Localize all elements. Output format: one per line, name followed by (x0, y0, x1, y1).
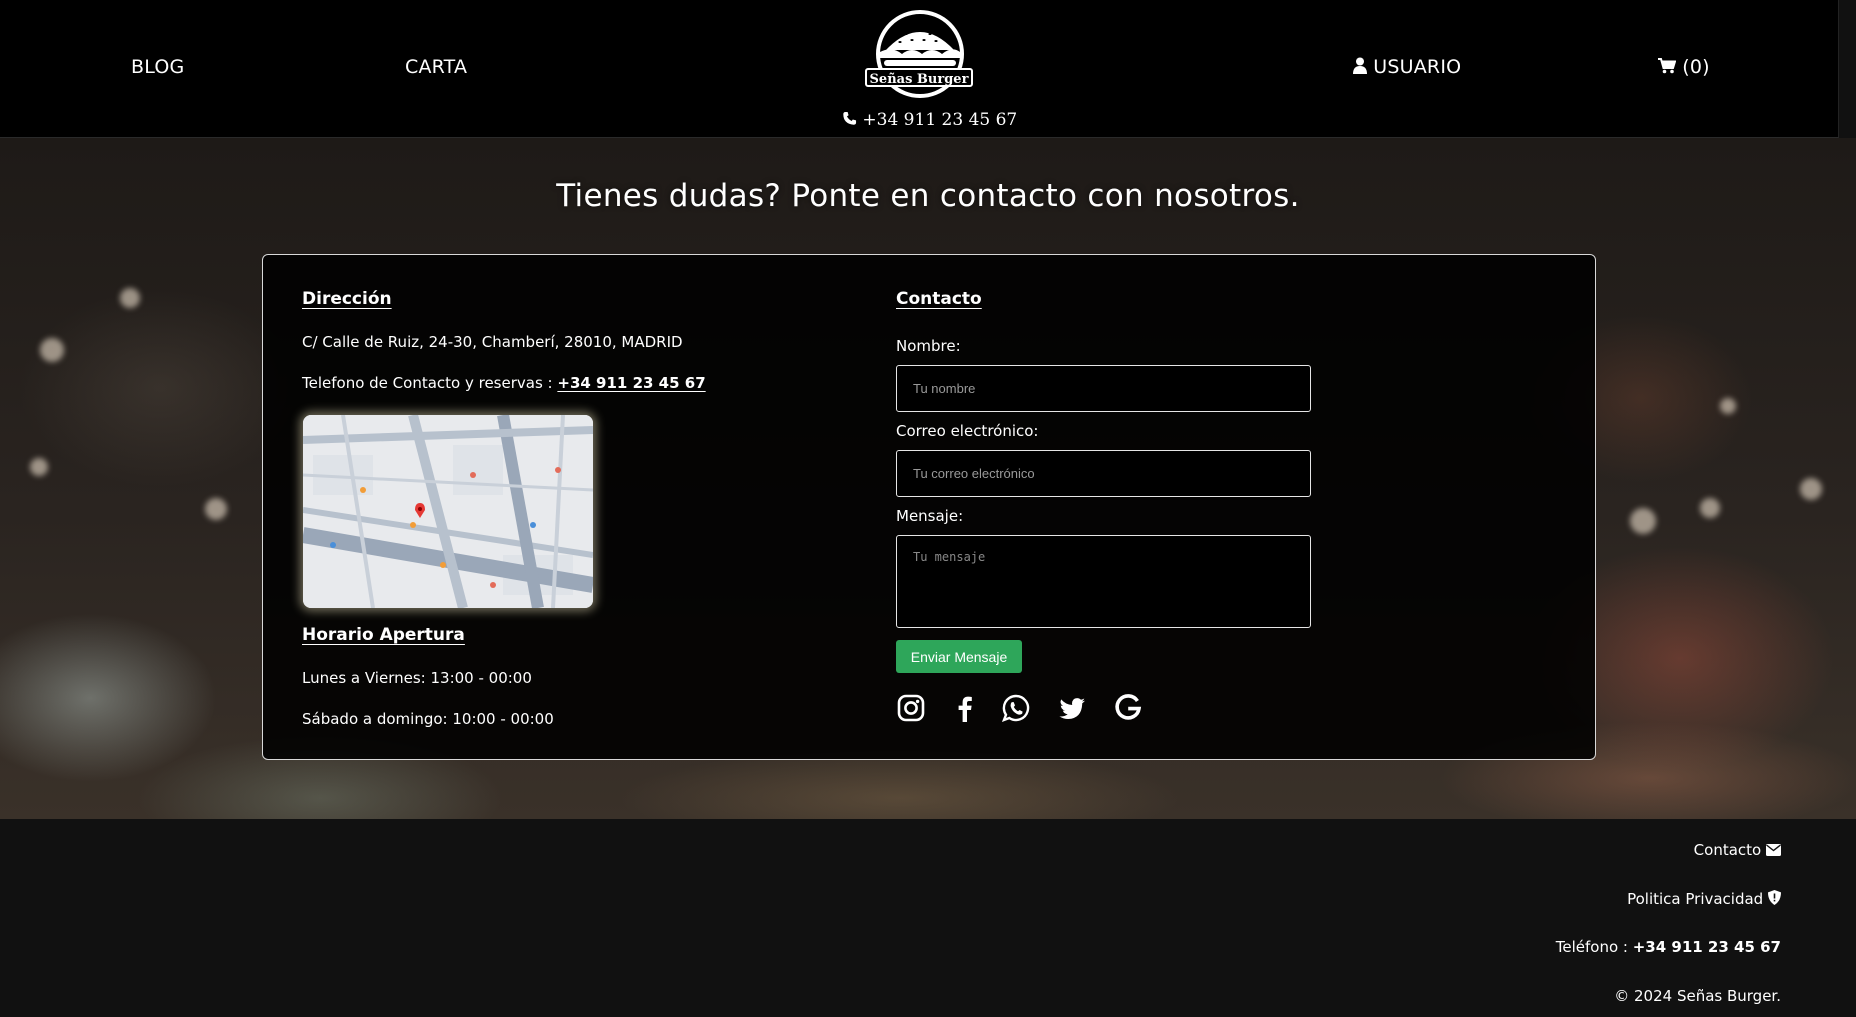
hours-weekdays: Lunes a Viernes: 13:00 - 00:00 (302, 669, 532, 687)
brand-name: Señas Burger (865, 68, 973, 87)
shield-icon (1768, 890, 1781, 905)
bokeh-light (1720, 398, 1736, 414)
instagram-icon[interactable] (896, 693, 926, 723)
header-phone-number: +34 911 23 45 67 (862, 110, 1018, 130)
footer-contact-label: Contacto (1693, 841, 1762, 859)
cart-count: (0) (1682, 56, 1710, 78)
bokeh-light (120, 288, 140, 308)
contact-card: Dirección C/ Calle de Ruiz, 24-30, Chamb… (262, 254, 1596, 760)
name-label: Nombre: (896, 337, 961, 355)
shopping-cart-icon (1658, 58, 1677, 74)
message-label: Mensaje: (896, 507, 964, 525)
bokeh-light (205, 498, 227, 520)
nav-cart-link[interactable]: (0) (1658, 56, 1710, 78)
bokeh-light (40, 338, 64, 362)
nav-usuario-link[interactable]: USUARIO (1353, 56, 1461, 78)
twitter-icon[interactable] (1057, 693, 1087, 723)
email-label: Correo electrónico: (896, 422, 1039, 440)
footer-phone-number[interactable]: +34 911 23 45 67 (1633, 938, 1781, 956)
nav-carta-link[interactable]: CARTA (405, 56, 467, 78)
bokeh-light (1800, 478, 1822, 500)
footer-contact-link[interactable]: Contacto (1694, 841, 1781, 859)
nav-usuario-label: USUARIO (1373, 56, 1462, 78)
nav-blog-link[interactable]: BLOG (131, 56, 184, 78)
location-map[interactable] (303, 415, 593, 608)
bokeh-light (30, 458, 48, 476)
facebook-icon[interactable] (950, 693, 980, 723)
site-header: BLOG CARTA Señas Burger +34 911 23 45 67… (0, 0, 1839, 138)
whatsapp-icon[interactable] (1001, 693, 1031, 723)
footer-phone: Teléfono : +34 911 23 45 67 (1556, 938, 1781, 956)
send-message-button[interactable]: Enviar Mensaje (896, 640, 1022, 673)
bokeh-light (1630, 508, 1656, 534)
footer-privacy-label: Politica Privacidad (1627, 890, 1764, 908)
envelope-icon (1766, 844, 1781, 856)
footer-phone-label: Teléfono : (1555, 938, 1628, 956)
footer-privacy-link[interactable]: Politica Privacidad (1627, 890, 1781, 908)
google-icon[interactable] (1113, 693, 1143, 723)
reservation-phone: Telefono de Contacto y reservas : +34 91… (302, 374, 706, 392)
user-icon (1353, 57, 1367, 74)
map-image (303, 415, 593, 608)
header-phone[interactable]: +34 911 23 45 67 (842, 110, 1017, 130)
page-title: Tienes dudas? Ponte en contacto con noso… (556, 178, 1300, 214)
hours-weekend: Sábado a domingo: 10:00 - 00:00 (302, 710, 554, 728)
phone-icon (843, 111, 857, 125)
brand-logo[interactable]: Señas Burger (862, 8, 978, 100)
name-input[interactable] (896, 365, 1311, 412)
reservation-phone-link[interactable]: +34 911 23 45 67 (557, 374, 705, 392)
site-footer: Contacto Politica Privacidad Teléfono : … (0, 819, 1856, 1017)
footer-copyright: © 2024 Señas Burger. (1614, 987, 1781, 1005)
message-textarea[interactable] (896, 535, 1311, 628)
address-line: C/ Calle de Ruiz, 24-30, Chamberí, 28010… (302, 333, 683, 351)
contact-title: Contacto (896, 289, 982, 309)
address-title: Dirección (302, 289, 392, 309)
bokeh-light (1700, 498, 1720, 518)
reservation-phone-label: Telefono de Contacto y reservas : (302, 374, 553, 392)
email-input[interactable] (896, 450, 1311, 497)
hours-title: Horario Apertura (302, 625, 465, 645)
